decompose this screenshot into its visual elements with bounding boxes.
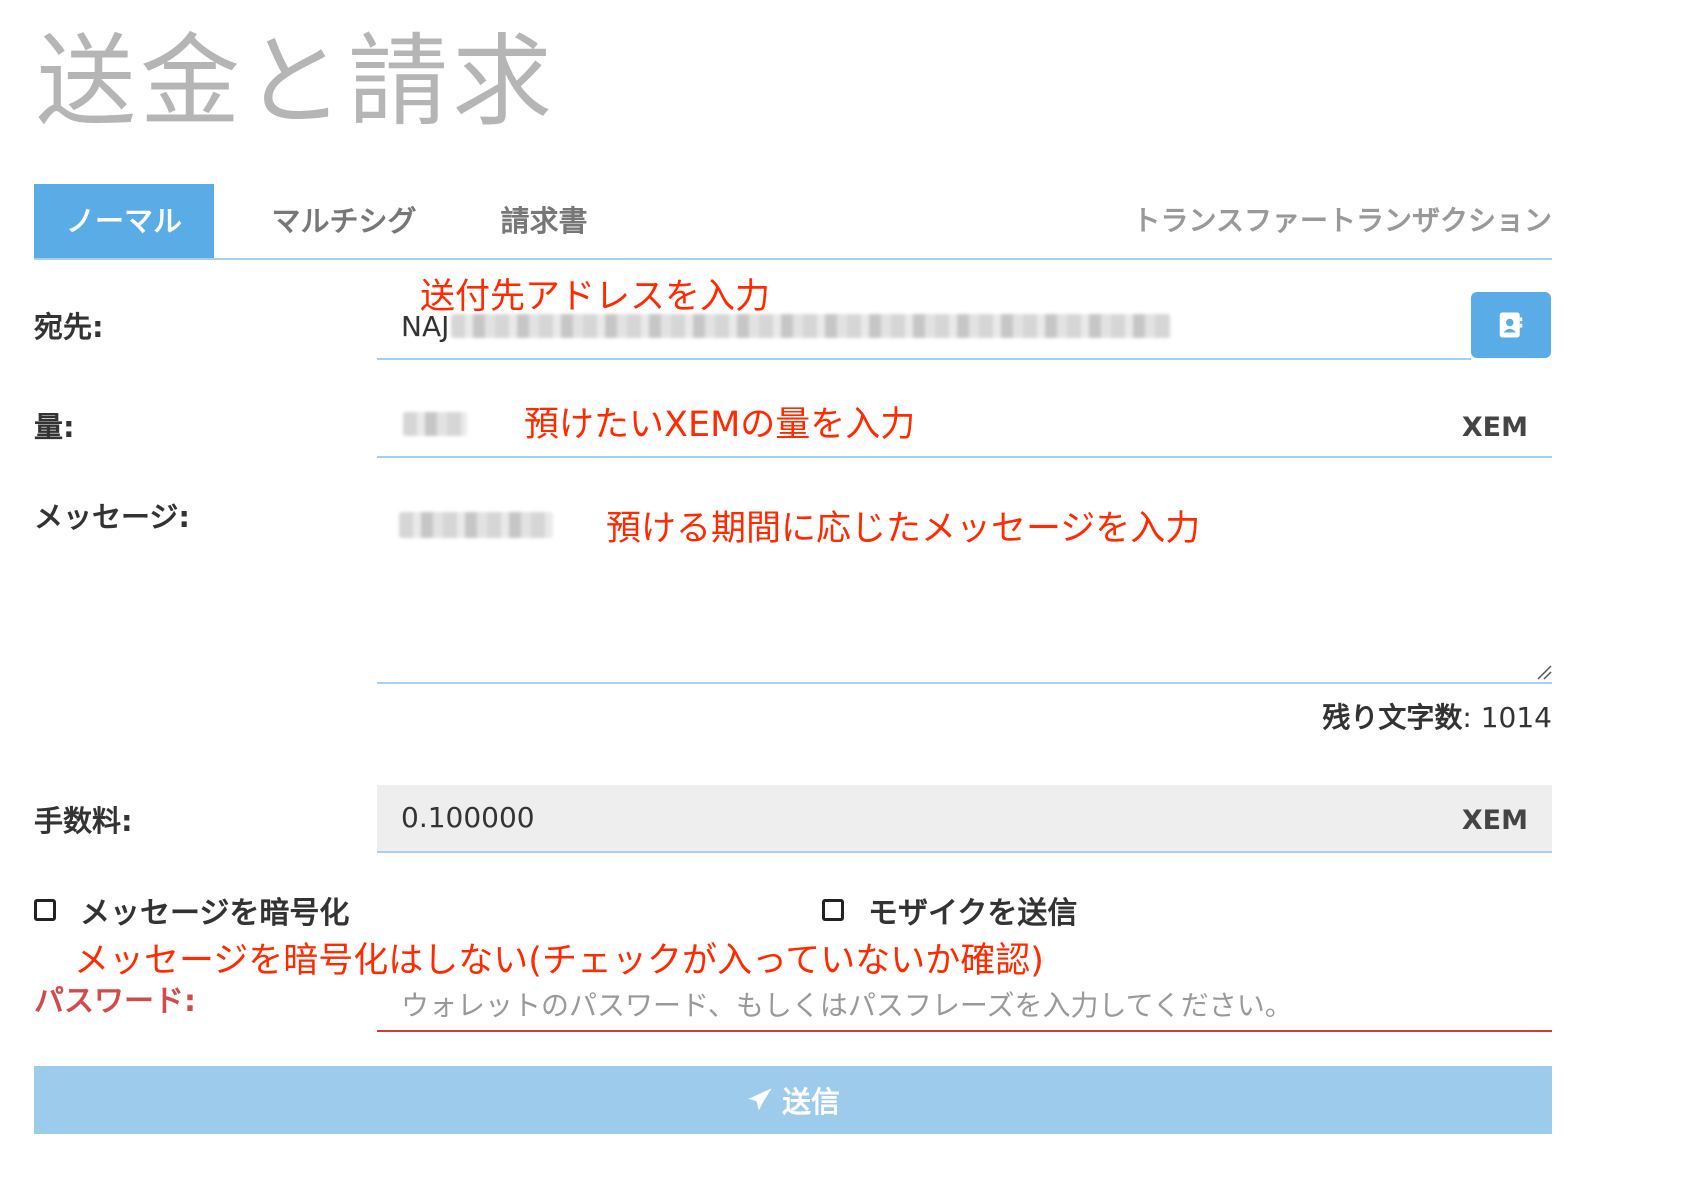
send-mosaic-checkbox[interactable]: モザイクを送信 xyxy=(822,888,1077,932)
fee-value: 0.100000 xyxy=(401,801,535,834)
send-button-label: 送信 xyxy=(781,1085,840,1119)
tab-bar: ノーマル マルチシグ 請求書 トランスファートランザクション xyxy=(34,184,1552,260)
checkbox-icon xyxy=(34,899,56,921)
tab-invoice[interactable]: 請求書 xyxy=(454,184,634,258)
fee-label: 手数料: xyxy=(34,804,133,838)
encrypt-message-checkbox[interactable]: メッセージを暗号化 xyxy=(34,888,349,932)
page-title: 送金と請求 xyxy=(36,23,556,140)
char-counter-value: : 1014 xyxy=(1462,701,1552,734)
fee-input: 0.100000 XEM xyxy=(377,785,1552,853)
amount-redacted xyxy=(403,412,467,436)
password-label: パスワード: xyxy=(34,984,196,1019)
recipient-redacted xyxy=(451,314,1171,338)
encrypt-annotation: メッセージを暗号化はしない(チェックが入っていないか確認) xyxy=(74,941,1044,981)
message-redacted xyxy=(399,512,553,538)
amount-annotation: 預けたいXEMの量を入力 xyxy=(524,405,916,445)
recipient-value: NAJ xyxy=(401,310,450,343)
paper-plane-icon xyxy=(748,1088,772,1111)
address-book-button[interactable] xyxy=(1471,292,1551,358)
checkbox-icon xyxy=(822,899,844,921)
message-label: メッセージ: xyxy=(34,500,191,534)
encrypt-message-label: メッセージを暗号化 xyxy=(80,896,350,931)
transaction-type-label: トランスファートランザクション xyxy=(1132,204,1552,237)
tab-normal[interactable]: ノーマル xyxy=(34,184,214,258)
send-mosaic-label: モザイクを送信 xyxy=(868,896,1078,931)
char-counter-label: 残り文字数 xyxy=(1322,701,1463,734)
address-book-icon xyxy=(1499,312,1523,338)
send-button[interactable]: 送信 xyxy=(34,1066,1552,1134)
amount-unit: XEM xyxy=(1461,412,1528,443)
recipient-label: 宛先: xyxy=(34,310,104,344)
password-input[interactable] xyxy=(377,980,1552,1032)
recipient-input[interactable]: NAJ xyxy=(377,294,1471,360)
tab-multisig[interactable]: マルチシグ xyxy=(244,184,444,258)
fee-unit: XEM xyxy=(1461,805,1528,836)
amount-label: 量: xyxy=(34,410,75,444)
resize-handle-icon[interactable] xyxy=(1536,664,1552,680)
char-counter: 残り文字数: 1014 xyxy=(1322,696,1552,736)
message-annotation: 預ける期間に応じたメッセージを入力 xyxy=(606,509,1201,549)
